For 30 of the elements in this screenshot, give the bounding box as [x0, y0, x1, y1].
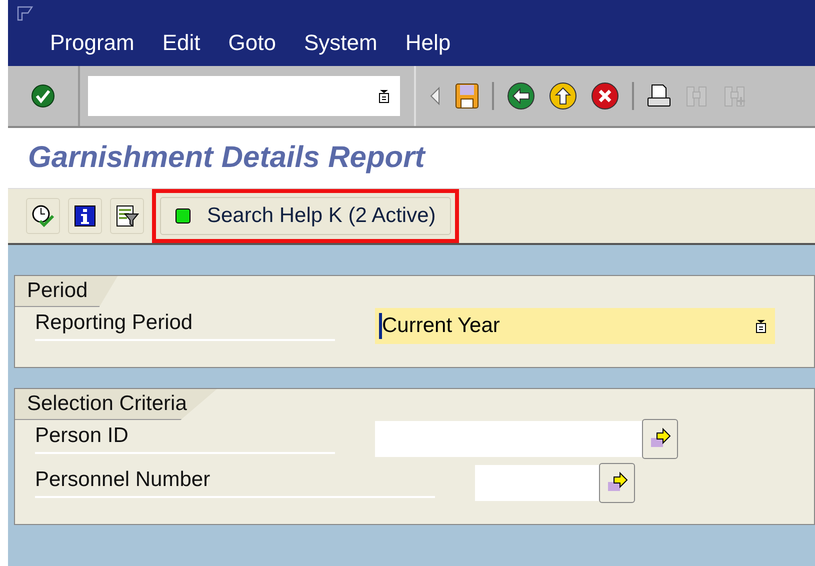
- save-icon[interactable]: [454, 82, 480, 110]
- checkmark-icon[interactable]: [30, 83, 56, 109]
- status-square-icon: [175, 208, 191, 224]
- sap-menu-icon[interactable]: [16, 6, 36, 22]
- multiple-selection-button[interactable]: [599, 463, 635, 503]
- filter-icon[interactable]: [110, 198, 144, 234]
- field-label: Personnel Number: [35, 468, 435, 498]
- input-field[interactable]: Current Year: [375, 308, 775, 344]
- info-icon[interactable]: [68, 198, 102, 234]
- triangle-left-icon[interactable]: [428, 85, 442, 107]
- menu-item[interactable]: Goto: [228, 30, 276, 56]
- dropdown-icon[interactable]: [755, 319, 767, 333]
- search-help-button[interactable]: Search Help K (2 Active): [160, 197, 451, 235]
- field-label: Person ID: [35, 424, 335, 454]
- group-title: Selection Criteria: [15, 389, 217, 420]
- menu-item[interactable]: System: [304, 30, 378, 56]
- dropdown-icon[interactable]: [378, 89, 390, 103]
- input-field[interactable]: [475, 465, 599, 501]
- menu-item[interactable]: Help: [405, 30, 451, 56]
- clock-check-icon[interactable]: [26, 198, 60, 234]
- multiple-selection-button[interactable]: [642, 419, 678, 459]
- printer-icon[interactable]: [646, 83, 672, 109]
- report-title: Garnishment Details Report: [28, 141, 425, 175]
- group-title: Period: [15, 276, 118, 307]
- input-field[interactable]: [375, 421, 642, 457]
- field-label: Reporting Period: [35, 311, 335, 341]
- menu-item[interactable]: Edit: [162, 30, 200, 56]
- menu-item[interactable]: Program: [50, 30, 134, 56]
- command-field[interactable]: [88, 76, 400, 116]
- cancel-icon[interactable]: [590, 81, 620, 111]
